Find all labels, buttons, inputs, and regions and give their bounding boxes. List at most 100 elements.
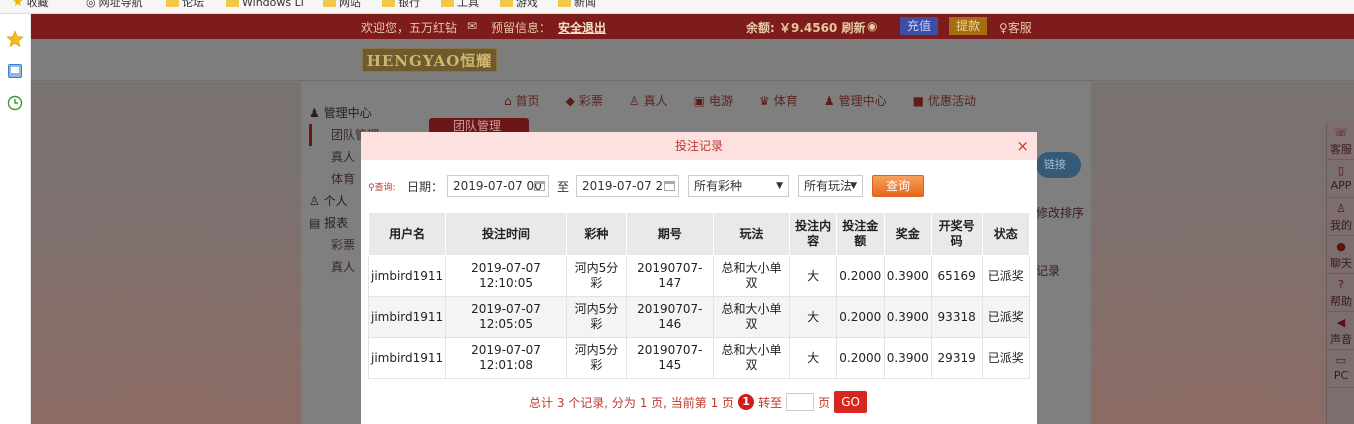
folder-icon [382,0,395,7]
report-icon: ▤ [309,216,325,230]
dock-service[interactable]: ☏ 客服 [1327,122,1354,160]
modal-title: 投注记录 [674,139,723,153]
table-row[interactable]: jimbird1911 2019-07-07 12:05:05 河内5分彩 20… [367,296,1031,338]
dropdown-arrow-icon: ▼ [776,181,783,191]
dock-chat[interactable]: ● 聊天 [1327,236,1354,274]
goto-label: 转至 [758,395,783,410]
table-row[interactable]: jimbird1911 2019-07-07 12:10:05 河内5分彩 20… [367,255,1031,297]
cell-issue: 20190707-147 [625,255,714,297]
close-icon[interactable]: × [1016,132,1029,160]
nav-lottery[interactable]: ◆ 彩票 [553,90,616,112]
query-button[interactable]: 查询 [872,175,924,197]
mail-icon[interactable]: ✉ [467,19,477,33]
nav-sports[interactable]: ♛ 体育 [746,90,811,112]
col-issue: 期号 [625,212,714,256]
dock-sound[interactable]: ◀ 声音 [1327,312,1354,350]
speaker-icon: ◀ [1336,316,1346,329]
bookmark-favorites[interactable]: ★ 收藏 [12,0,49,10]
bookmark-news[interactable]: 新闻 [558,0,596,10]
cell-draw-number: 93318 [930,296,983,338]
calendar-icon[interactable] [664,181,675,191]
bookmark-games[interactable]: 游戏 [500,0,538,10]
cell-issue: 20190707-146 [625,296,714,338]
logout-link[interactable]: 安全退出 [558,19,606,36]
bookmark-tools[interactable]: 工具 [441,0,479,10]
cell-bet-time: 2019-07-07 12:01:08 [445,337,567,379]
dock-mine[interactable]: ♙ 我的 [1327,198,1354,236]
table-header-row: 用户名 投注时间 彩种 期号 玩法 投注内容 投注金额 奖金 开奖号码 状态 [367,212,1031,256]
play-type-select[interactable]: 所有玩法 ▼ [798,175,863,197]
right-dock: ☏ 客服 ▯ APP ♙ 我的 ● 聊天 ? 帮助 ◀ 声音 ▭ PC [1326,122,1354,424]
link-pill-button[interactable]: 链接 [1036,152,1081,178]
bookmark-windows[interactable]: Windows Li [226,0,304,10]
main-nav: ⌂ 首页 ◆ 彩票 ♙ 真人 ▣ 电游 ♛ 体育 ♟ 管理中心 ■ 优惠活动 [491,90,989,112]
goto-page-input[interactable] [786,393,815,411]
lottery-type-select[interactable]: 所有彩种 ▼ [688,175,789,197]
dock-help[interactable]: ? 帮助 [1327,274,1354,312]
welcome-text: 欢迎您，五万红钻 [361,21,458,35]
col-bet-time: 投注时间 [445,212,567,256]
col-username: 用户名 [367,212,447,256]
sort-link[interactable]: 修改排序 [1036,204,1084,221]
reading-list-icon[interactable] [6,62,24,80]
home-icon: ⌂ [504,94,512,108]
menu-management-center[interactable]: ♟ 管理中心 [309,102,409,124]
cell-lottery: 河内5分彩 [565,337,627,379]
cell-play: 总和大小单双 [712,296,791,338]
record-link[interactable]: 记录 [1036,262,1060,279]
withdraw-button[interactable]: 提款 [949,17,987,35]
col-status: 状态 [981,212,1031,256]
person-icon: ♙ [628,94,640,108]
current-page-badge[interactable]: 1 [738,394,755,410]
nav-live[interactable]: ♙ 真人 [616,90,681,112]
cell-status: 已派奖 [981,255,1031,297]
table-row[interactable]: jimbird1911 2019-07-07 12:01:08 河内5分彩 20… [367,337,1031,379]
reserve-info-label: 预留信息： [491,21,552,35]
monitor-icon: ▭ [1335,354,1347,367]
phone-icon: ▯ [1337,164,1345,177]
cell-bet-time: 2019-07-07 12:05:05 [445,296,567,338]
col-play: 玩法 [712,212,791,256]
folder-icon [323,0,336,7]
bookmark-sites[interactable]: 网站 [323,0,361,10]
col-prize: 奖金 [883,212,932,256]
cell-bet-content: 大 [789,337,837,379]
nav-promotions[interactable]: ■ 优惠活动 [900,90,989,112]
modal-header: 投注记录 × [361,132,1037,160]
headset-icon: ☏ [1334,126,1348,139]
recharge-button[interactable]: 充值 [900,17,938,35]
favorites-star-icon[interactable] [6,30,24,48]
date-from-input[interactable]: 2019-07-07 00 [447,175,549,197]
history-clock-icon[interactable] [6,94,24,112]
date-to-input[interactable]: 2019-07-07 2 [576,175,679,197]
page-unit-label: 页 [818,395,831,410]
nav-management[interactable]: ♟ 管理中心 [811,90,900,112]
dock-app[interactable]: ▯ APP [1327,160,1354,198]
cell-username: jimbird1911 [367,255,447,297]
users-icon: ♟ [309,106,324,120]
go-button[interactable]: GO [834,391,868,413]
calendar-icon[interactable] [534,181,545,191]
cell-bet-content: 大 [789,255,837,297]
dock-pc[interactable]: ▭ PC [1327,350,1354,388]
bookmark-bank[interactable]: 银行 [382,0,420,10]
balance-text[interactable]: 余额: ￥9.4560 刷新 [746,19,865,36]
nav-slots[interactable]: ▣ 电游 [681,90,746,112]
nav-home[interactable]: ⌂ 首页 [491,90,553,112]
bookmark-forum[interactable]: 论坛 [166,0,204,10]
service-link[interactable]: ♀客服 [999,19,1032,36]
cell-bet-amount: 0.2000 [835,337,885,379]
col-bet-amount: 投注金额 [835,212,885,256]
site-logo[interactable]: HENGYAO恒耀 [362,48,497,72]
folder-icon [500,0,513,7]
star-icon: ★ [12,0,24,10]
cell-status: 已派奖 [981,337,1031,379]
query-label: ⚲查询: [368,183,396,193]
col-draw-number: 开奖号码 [930,212,983,256]
top-info-bar: 欢迎您，五万红钻 ✉ 预留信息： 安全退出 余额: ￥9.4560 刷新 ◉ 充… [31,14,1354,39]
refresh-eye-icon[interactable]: ◉ [867,19,877,33]
cell-prize: 0.3900 [883,337,932,379]
users-icon: ♟ [823,94,835,108]
cell-lottery: 河内5分彩 [565,296,627,338]
bookmark-nav[interactable]: ◎ 网址导航 [86,0,143,10]
